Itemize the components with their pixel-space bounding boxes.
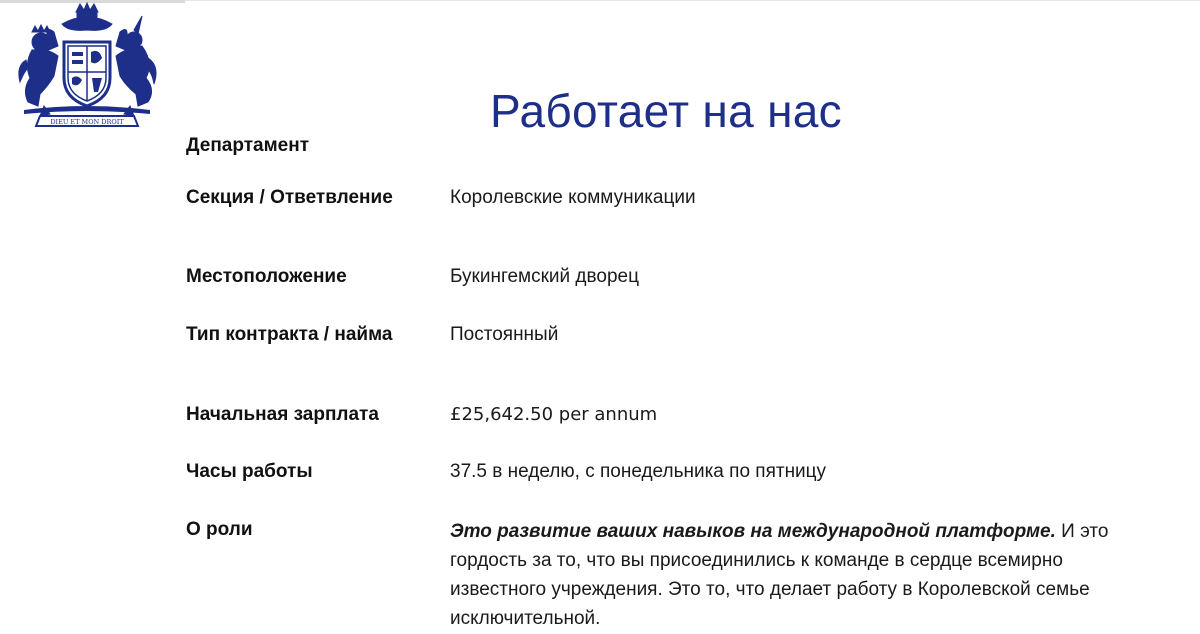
location-value: Букингемский дворец	[450, 266, 639, 287]
contract-type-label: Тип контракта / найма	[186, 324, 393, 345]
starting-salary-label: Начальная зарплата	[186, 404, 379, 425]
department-label: Департамент	[186, 135, 310, 156]
about-role-label: О роли	[186, 519, 253, 540]
contract-type-value: Постоянный	[450, 324, 559, 345]
working-hours-label: Часы работы	[186, 461, 313, 482]
about-role-text: Это развитие ваших навыков на международ…	[450, 517, 1150, 633]
location-label: Местоположение	[186, 266, 347, 287]
section-label: Секция / Ответвление	[186, 187, 393, 208]
page-title: Работает на нас	[490, 85, 842, 137]
about-role-lead: Это развитие ваших навыков на международ…	[450, 521, 1056, 542]
section-value: Королевские коммуникации	[450, 187, 696, 208]
working-hours-value: 37.5 в неделю, с понедельника по пятницу	[450, 461, 827, 482]
starting-salary-value: £25,642.50 per annum	[450, 404, 658, 425]
